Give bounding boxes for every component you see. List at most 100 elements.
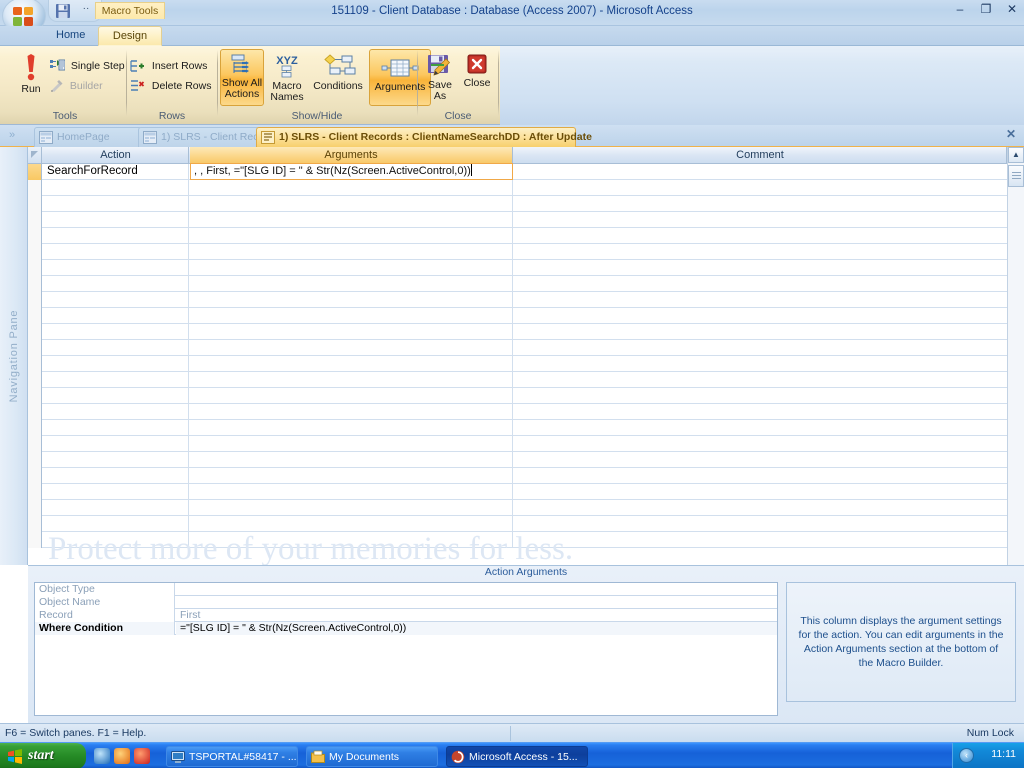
row-selector[interactable] <box>28 228 42 244</box>
row-selector[interactable] <box>28 436 42 452</box>
cell-action[interactable] <box>43 276 189 292</box>
save-icon[interactable] <box>55 3 71 19</box>
macro-grid-row[interactable] <box>28 212 1024 228</box>
save-as-button[interactable]: Save As <box>421 52 459 102</box>
show-all-actions-button[interactable]: Show All Actions <box>220 49 264 106</box>
cell-comment[interactable] <box>514 532 1007 548</box>
row-selector[interactable] <box>28 308 42 324</box>
cell-arguments[interactable] <box>190 372 513 388</box>
macro-grid-row[interactable] <box>28 484 1024 500</box>
scroll-thumb[interactable] <box>1008 165 1024 187</box>
row-selector[interactable] <box>28 324 42 340</box>
restore-button[interactable]: ❐ <box>978 3 994 17</box>
action-argument-value[interactable] <box>176 583 777 596</box>
builder-button[interactable]: Builder <box>50 79 103 93</box>
cell-action[interactable] <box>43 324 189 340</box>
row-selector[interactable] <box>28 404 42 420</box>
firefox-icon[interactable] <box>114 748 130 764</box>
row-selector[interactable] <box>28 180 42 196</box>
cell-comment[interactable] <box>514 276 1007 292</box>
macro-grid-row[interactable] <box>28 420 1024 436</box>
cell-comment[interactable] <box>514 436 1007 452</box>
action-argument-row[interactable]: Object Type <box>35 583 777 596</box>
cell-comment[interactable] <box>514 500 1007 516</box>
cell-action[interactable] <box>43 484 189 500</box>
cell-action[interactable] <box>43 500 189 516</box>
cell-action[interactable] <box>43 436 189 452</box>
taskbar-button-my-documents[interactable]: My Documents <box>306 746 438 767</box>
macro-grid-row[interactable] <box>28 468 1024 484</box>
row-selector[interactable] <box>28 372 42 388</box>
cell-comment[interactable] <box>514 164 1007 180</box>
row-selector[interactable] <box>28 468 42 484</box>
cell-arguments[interactable] <box>190 196 513 212</box>
column-header-action[interactable]: Action <box>43 147 189 164</box>
macro-grid-row[interactable] <box>28 372 1024 388</box>
macro-grid-row[interactable] <box>28 324 1024 340</box>
minimize-button[interactable]: – <box>952 3 968 17</box>
cell-action[interactable] <box>43 228 189 244</box>
doc-tab-homepage[interactable]: HomePage <box>34 127 142 147</box>
row-selector[interactable] <box>28 340 42 356</box>
cell-arguments[interactable] <box>190 484 513 500</box>
opera-icon[interactable] <box>134 748 150 764</box>
close-document-icon[interactable]: ✕ <box>1004 128 1018 142</box>
cell-comment[interactable] <box>514 388 1007 404</box>
cell-arguments[interactable] <box>190 276 513 292</box>
macro-grid-row[interactable] <box>28 356 1024 372</box>
cell-arguments[interactable] <box>190 516 513 532</box>
taskbar-button-access[interactable]: Microsoft Access - 15... <box>446 746 588 767</box>
cell-comment[interactable] <box>514 484 1007 500</box>
row-selector[interactable] <box>28 292 42 308</box>
action-argument-row[interactable]: Object Name <box>35 596 777 609</box>
row-selector[interactable] <box>28 164 42 180</box>
cell-arguments[interactable] <box>190 228 513 244</box>
cell-action[interactable] <box>43 452 189 468</box>
navigation-pane[interactable]: Navigation Pane <box>0 147 28 565</box>
row-selector[interactable] <box>28 196 42 212</box>
cell-action[interactable] <box>43 260 189 276</box>
cell-comment[interactable] <box>514 356 1007 372</box>
doc-tab-client-records[interactable]: 1) SLRS - Client Records <box>138 127 279 147</box>
column-header-arguments[interactable]: Arguments <box>190 147 513 164</box>
macro-grid-row[interactable] <box>28 532 1024 548</box>
ie-icon[interactable] <box>94 748 110 764</box>
cell-comment[interactable] <box>514 340 1007 356</box>
tab-design[interactable]: Design <box>98 26 162 46</box>
row-selector[interactable] <box>28 276 42 292</box>
macro-grid-row[interactable] <box>28 292 1024 308</box>
cell-comment[interactable] <box>514 324 1007 340</box>
cell-arguments[interactable] <box>190 436 513 452</box>
row-selector[interactable] <box>28 516 42 532</box>
conditions-button[interactable]: Conditions <box>309 53 367 92</box>
cell-action[interactable] <box>43 532 189 548</box>
cell-comment[interactable] <box>514 244 1007 260</box>
action-argument-value[interactable]: ="[SLG ID] = " & Str(Nz(Screen.ActiveCon… <box>176 622 777 635</box>
action-argument-value[interactable]: First <box>176 609 777 622</box>
cell-arguments[interactable] <box>190 180 513 196</box>
macro-grid-row[interactable] <box>28 452 1024 468</box>
cell-comment[interactable] <box>514 468 1007 484</box>
macro-grid-row[interactable] <box>28 404 1024 420</box>
close-button[interactable]: ✕ <box>1004 3 1020 17</box>
cell-arguments[interactable] <box>190 292 513 308</box>
macro-grid-row[interactable] <box>28 516 1024 532</box>
close-button-ribbon[interactable]: Close <box>459 52 495 89</box>
grid-vertical-scrollbar[interactable]: ▲ <box>1007 147 1024 565</box>
cell-comment[interactable] <box>514 228 1007 244</box>
cell-comment[interactable] <box>514 404 1007 420</box>
cell-arguments[interactable]: , , First, ="[SLG ID] = " & Str(Nz(Scree… <box>190 163 513 180</box>
single-step-button[interactable]: Single Step <box>50 59 125 73</box>
row-selector[interactable] <box>28 532 42 548</box>
macro-grid-row[interactable] <box>28 436 1024 452</box>
row-selector[interactable] <box>28 420 42 436</box>
cell-arguments[interactable] <box>190 468 513 484</box>
cell-action[interactable] <box>43 196 189 212</box>
tab-home[interactable]: Home <box>44 26 92 46</box>
cell-arguments[interactable] <box>190 260 513 276</box>
cell-arguments[interactable] <box>190 212 513 228</box>
customize-qat-button[interactable]: ·· <box>77 2 95 18</box>
action-argument-row[interactable]: Where Condition ="[SLG ID] = " & Str(Nz(S… <box>35 622 777 635</box>
delete-rows-button[interactable]: Delete Rows <box>130 79 211 93</box>
tray-clock[interactable]: 11:11 <box>991 748 1016 760</box>
